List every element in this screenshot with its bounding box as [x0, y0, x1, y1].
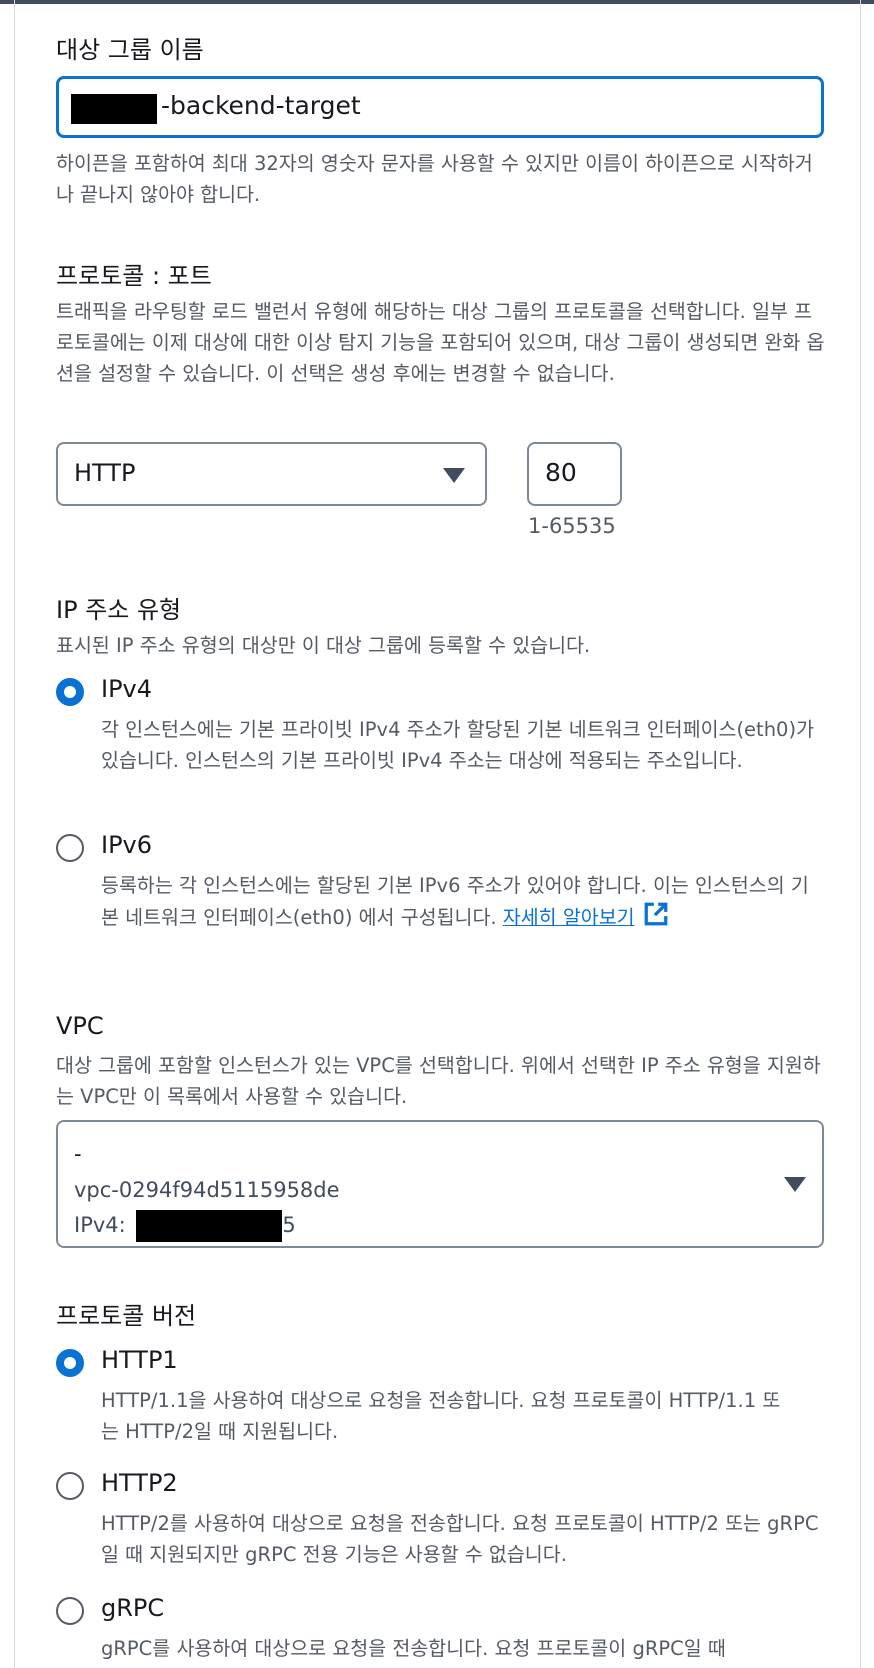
top-border — [0, 0, 874, 4]
vpc-cidr-prefix: IPv4: — [74, 1213, 133, 1237]
protocol-version-label: 프로토콜 버전 — [56, 1302, 197, 1330]
redacted-name-prefix — [71, 94, 157, 124]
vpc-select-name: - — [74, 1142, 82, 1166]
vpc-select-cidr: IPv4: 5 — [74, 1210, 296, 1242]
protocol-select-value: HTTP — [74, 459, 136, 487]
radio-grpc-label[interactable]: gRPC — [101, 1594, 164, 1622]
learn-more-link[interactable]: 자세히 알아보기 — [503, 906, 635, 929]
vpc-select[interactable]: - vpc-0294f94d5115958de IPv4: 5 — [56, 1120, 824, 1248]
vpc-label: VPC — [56, 1012, 104, 1040]
radio-http1[interactable] — [56, 1349, 84, 1377]
vpc-select-id: vpc-0294f94d5115958de — [74, 1178, 340, 1202]
vpc-description: 대상 그룹에 포함할 인스턴스가 있는 VPC를 선택합니다. 위에서 선택한 … — [56, 1054, 821, 1108]
radio-http2-label[interactable]: HTTP2 — [101, 1469, 178, 1497]
vpc-cidr-suffix: 5 — [282, 1213, 296, 1237]
ip-address-type-label: IP 주소 유형 — [56, 596, 182, 624]
port-range-hint: 1-65535 — [528, 514, 616, 538]
radio-ipv6-description: 등록하는 각 인스턴스에는 할당된 기본 IPv6 주소가 있어야 합니다. 이… — [101, 870, 821, 936]
target-group-name-help: 하이픈을 포함하여 최대 32자의 영숫자 문자를 사용할 수 있지만 이름이 … — [56, 152, 813, 206]
radio-grpc-description: gRPC를 사용하여 대상으로 요청을 전송합니다. 요청 프로토콜이 gRPC… — [101, 1637, 726, 1660]
radio-http1-label[interactable]: HTTP1 — [101, 1346, 178, 1374]
radio-http1-description: HTTP/1.1을 사용하여 대상으로 요청을 전송합니다. 요청 프로토콜이 … — [101, 1389, 781, 1443]
redacted-cidr — [136, 1210, 283, 1242]
caret-down-icon — [443, 468, 465, 483]
port-input[interactable]: 80 — [527, 442, 622, 506]
target-group-name-value: -backend-target — [161, 91, 361, 120]
radio-grpc[interactable] — [56, 1597, 84, 1625]
protocol-port-description: 트래픽을 라우팅할 로드 밸런서 유형에 해당하는 대상 그룹의 프로토콜을 선… — [56, 300, 825, 385]
external-link-icon[interactable] — [643, 901, 669, 936]
protocol-port-label: 프로토콜 : 포트 — [56, 262, 212, 290]
left-border — [14, 0, 15, 1668]
caret-down-icon — [784, 1177, 806, 1192]
radio-http2[interactable] — [56, 1472, 84, 1500]
radio-ipv4[interactable] — [56, 678, 84, 706]
target-group-name-input[interactable]: -backend-target — [56, 76, 824, 138]
protocol-select[interactable]: HTTP — [56, 442, 487, 506]
right-border — [860, 0, 861, 1668]
ip-address-type-description: 표시된 IP 주소 유형의 대상만 이 대상 그룹에 등록할 수 있습니다. — [56, 634, 591, 657]
radio-http2-description: HTTP/2를 사용하여 대상으로 요청을 전송합니다. 요청 프로토콜이 HT… — [101, 1512, 819, 1566]
radio-ipv6[interactable] — [56, 834, 84, 862]
target-group-name-label: 대상 그룹 이름 — [56, 36, 204, 64]
radio-ipv4-label[interactable]: IPv4 — [101, 675, 152, 703]
radio-ipv6-label[interactable]: IPv6 — [101, 831, 152, 859]
port-value: 80 — [545, 458, 577, 487]
radio-ipv6-description-text: 등록하는 각 인스턴스에는 할당된 기본 IPv6 주소가 있어야 합니다. 이… — [101, 874, 809, 929]
radio-ipv4-description: 각 인스턴스에는 기본 프라이빗 IPv4 주소가 할당된 기본 네트워크 인터… — [101, 718, 815, 772]
